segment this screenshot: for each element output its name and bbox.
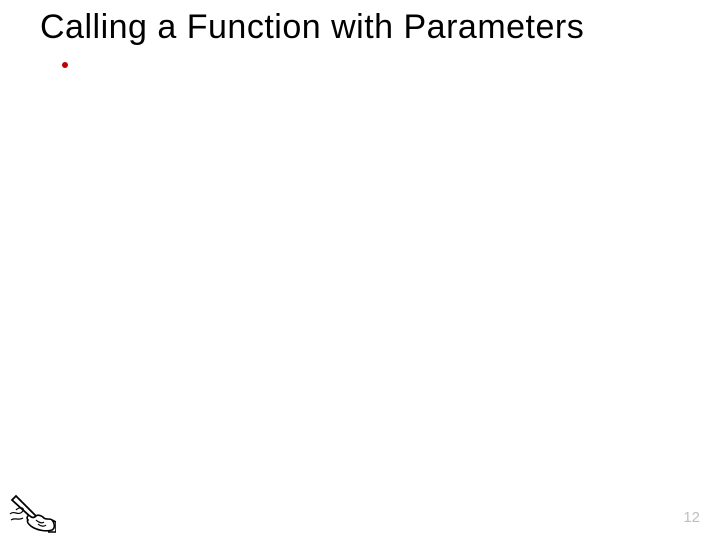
bullet-point	[62, 62, 68, 68]
page-number: 12	[683, 509, 700, 526]
slide-title: Calling a Function with Parameters	[40, 8, 700, 47]
writing-hand-icon	[8, 492, 56, 534]
